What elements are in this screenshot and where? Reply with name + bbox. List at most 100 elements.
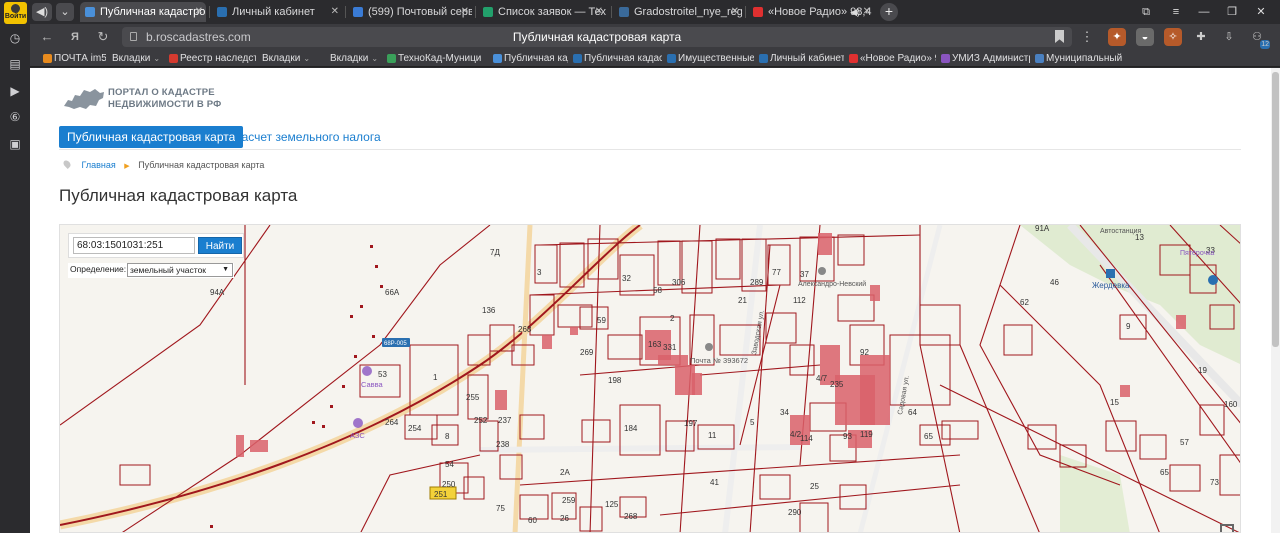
church-label: Александро-Невский: [798, 280, 866, 288]
address-bar-row: ← Я ↻ Публичная кадастровая карта b.rosc…: [30, 24, 1280, 50]
bookmark-item[interactable]: Личный кабинет: [758, 50, 844, 67]
parcel-number-label: 25: [810, 482, 819, 491]
road-sign-label: 68Р-005: [384, 341, 407, 347]
tab-sound-icon[interactable]: ◀): [850, 2, 860, 22]
bookmark-item[interactable]: ТехноКад-Муници: [386, 50, 488, 67]
bookmark-favicon-icon: [493, 54, 502, 63]
browser-tab[interactable]: (599) Почтовый сервер П✕: [348, 2, 472, 22]
parcel-point: [380, 285, 383, 288]
tab-close-icon[interactable]: ✕: [331, 2, 339, 22]
extension-stack-icon[interactable]: ◒: [1136, 28, 1154, 46]
tab-separator: [611, 6, 612, 18]
browser-tab[interactable]: Список заявок — ТехноК✕: [478, 2, 606, 22]
minimize-icon[interactable]: —: [1195, 3, 1213, 21]
media-icon[interactable]: ▶: [6, 82, 24, 100]
notes-icon[interactable]: ▤: [6, 55, 24, 73]
bookmark-item[interactable]: Реестр наследстве: [168, 50, 256, 67]
tab-close-icon[interactable]: ✕: [731, 2, 739, 22]
bookmark-item[interactable]: ПОЧТА im5: [42, 50, 106, 67]
reload-icon[interactable]: ↻: [94, 28, 112, 46]
account-icon[interactable]: ⚇ 12: [1248, 28, 1270, 49]
cadastral-map[interactable]: 3 32 306 58 59 268 136 269 163 331 198 2 21 77 37 289 11…: [59, 224, 1241, 533]
tab-label: (599) Почтовый сервер П: [368, 6, 472, 18]
bookmark-item[interactable]: Имущественные: [666, 50, 754, 67]
parcel-point: [312, 421, 315, 424]
tabs-dropdown-icon[interactable]: ⌄: [56, 3, 74, 21]
browser-tab[interactable]: Личный кабинет ✕: [212, 2, 342, 22]
parcel-number-label: 91А: [1035, 225, 1050, 233]
bookmark-label: Личный кабинет: [770, 53, 844, 64]
browser-tab[interactable]: Публичная кадастров ✕: [80, 2, 206, 22]
collections-icon[interactable]: ⧉: [1137, 3, 1155, 21]
bookmark-favicon-icon: [667, 54, 676, 63]
parcel-number-label: 160: [1224, 400, 1238, 409]
tab-cadastral-map[interactable]: Публичная кадастровая карта: [59, 126, 244, 148]
fullscreen-icon[interactable]: [1220, 524, 1234, 532]
russia-map-logo: [64, 89, 104, 109]
browser-tab[interactable]: Gradostroitel_nye_reglam✕: [614, 2, 742, 22]
bookmark-item[interactable]: УМИЗ Администр: [940, 50, 1030, 67]
page-scrollbar[interactable]: [1271, 68, 1280, 533]
restore-icon[interactable]: ❐: [1223, 3, 1241, 21]
browser-tab[interactable]: «Новое Радио» 98,4 ◀) ✕: [748, 2, 874, 22]
bookmark-item[interactable]: «Новое Радио» 98: [848, 50, 936, 67]
tab-close-icon[interactable]: ✕: [195, 2, 203, 22]
tab-close-icon[interactable]: ✕: [461, 2, 469, 22]
downloads-icon[interactable]: ⇩: [1220, 28, 1238, 46]
scroll-thumb[interactable]: [1272, 72, 1279, 347]
back-icon[interactable]: ←: [38, 28, 56, 46]
counter-6-icon[interactable]: ⑥: [6, 108, 24, 126]
history-icon[interactable]: ◷: [6, 29, 24, 47]
login-avatar-button[interactable]: Войти: [4, 2, 27, 24]
tab-close-icon[interactable]: ✕: [863, 2, 871, 22]
breadcrumb-home-link[interactable]: Главная: [82, 160, 116, 170]
bookmark-label: Вкладки: [262, 53, 301, 64]
new-tab-button[interactable]: +: [880, 3, 898, 21]
extension-cart-icon[interactable]: ✦: [1108, 28, 1126, 46]
close-window-icon[interactable]: ✕: [1252, 3, 1270, 21]
extension-bird-icon[interactable]: ✧: [1164, 28, 1182, 46]
bookmark-folder[interactable]: Вкладки ⌄: [328, 50, 382, 67]
address-field[interactable]: Публичная кадастровая карта b.roscadastr…: [122, 27, 1072, 47]
cadastral-number-input[interactable]: [73, 237, 195, 254]
shop-pyaterochka-icon: [1208, 275, 1218, 285]
bookmark-item[interactable]: Муниципальный: [1034, 50, 1124, 67]
map-canvas[interactable]: 332 3065859268136269163 33119822177 3728911…: [60, 225, 1241, 533]
yandex-icon[interactable]: Я: [66, 28, 84, 46]
bookmark-folder[interactable]: Вкладки ⌄: [110, 50, 166, 67]
extensions-puzzle-icon[interactable]: ✚: [1192, 28, 1210, 46]
parcel-boundary: [360, 454, 481, 532]
bookmark-item[interactable]: Публичная кадас: [572, 50, 662, 67]
parcel-number-label: 250: [442, 480, 456, 489]
parcel-number-label: 238: [496, 440, 510, 449]
parcel: [1027, 424, 1057, 450]
post-office-label: Почта № 393672: [690, 356, 748, 365]
menu-icon[interactable]: ≡: [1167, 3, 1185, 21]
bookmark-item[interactable]: Публичная кадас: [492, 50, 568, 67]
building: [570, 327, 578, 335]
highlighted-parcel-label: 251: [434, 490, 448, 499]
bus-station-icon: [1106, 269, 1115, 278]
parcel-number-label: 254: [408, 424, 422, 433]
building: [495, 390, 507, 410]
more-dots-icon[interactable]: ⋮: [1078, 28, 1096, 46]
parcel-number-label: 125: [605, 500, 619, 509]
definition-select[interactable]: земельный участок ▼: [127, 263, 233, 277]
fuel-station-icon: [353, 418, 363, 428]
parcel: [1139, 434, 1167, 460]
screenshot-icon[interactable]: ▣: [6, 135, 24, 153]
tab-separator: [209, 6, 210, 18]
find-button[interactable]: Найти: [198, 237, 242, 254]
parcel: [799, 502, 829, 532]
poi-savva-label: Савва: [361, 380, 384, 389]
tab-close-icon[interactable]: ✕: [595, 2, 603, 22]
building: [1120, 385, 1130, 397]
bookmark-folder[interactable]: Вкладки ⌄: [260, 50, 324, 67]
sound-control-icon[interactable]: ◀): [32, 3, 52, 21]
parcel-number-label: 54: [445, 460, 454, 469]
parcel: [919, 304, 961, 346]
tab-land-tax[interactable]: Расчет земельного налога: [234, 126, 381, 148]
parcel-number-label: 184: [624, 424, 638, 433]
chevron-down-icon: ⌄: [371, 54, 379, 63]
building: [542, 335, 552, 349]
